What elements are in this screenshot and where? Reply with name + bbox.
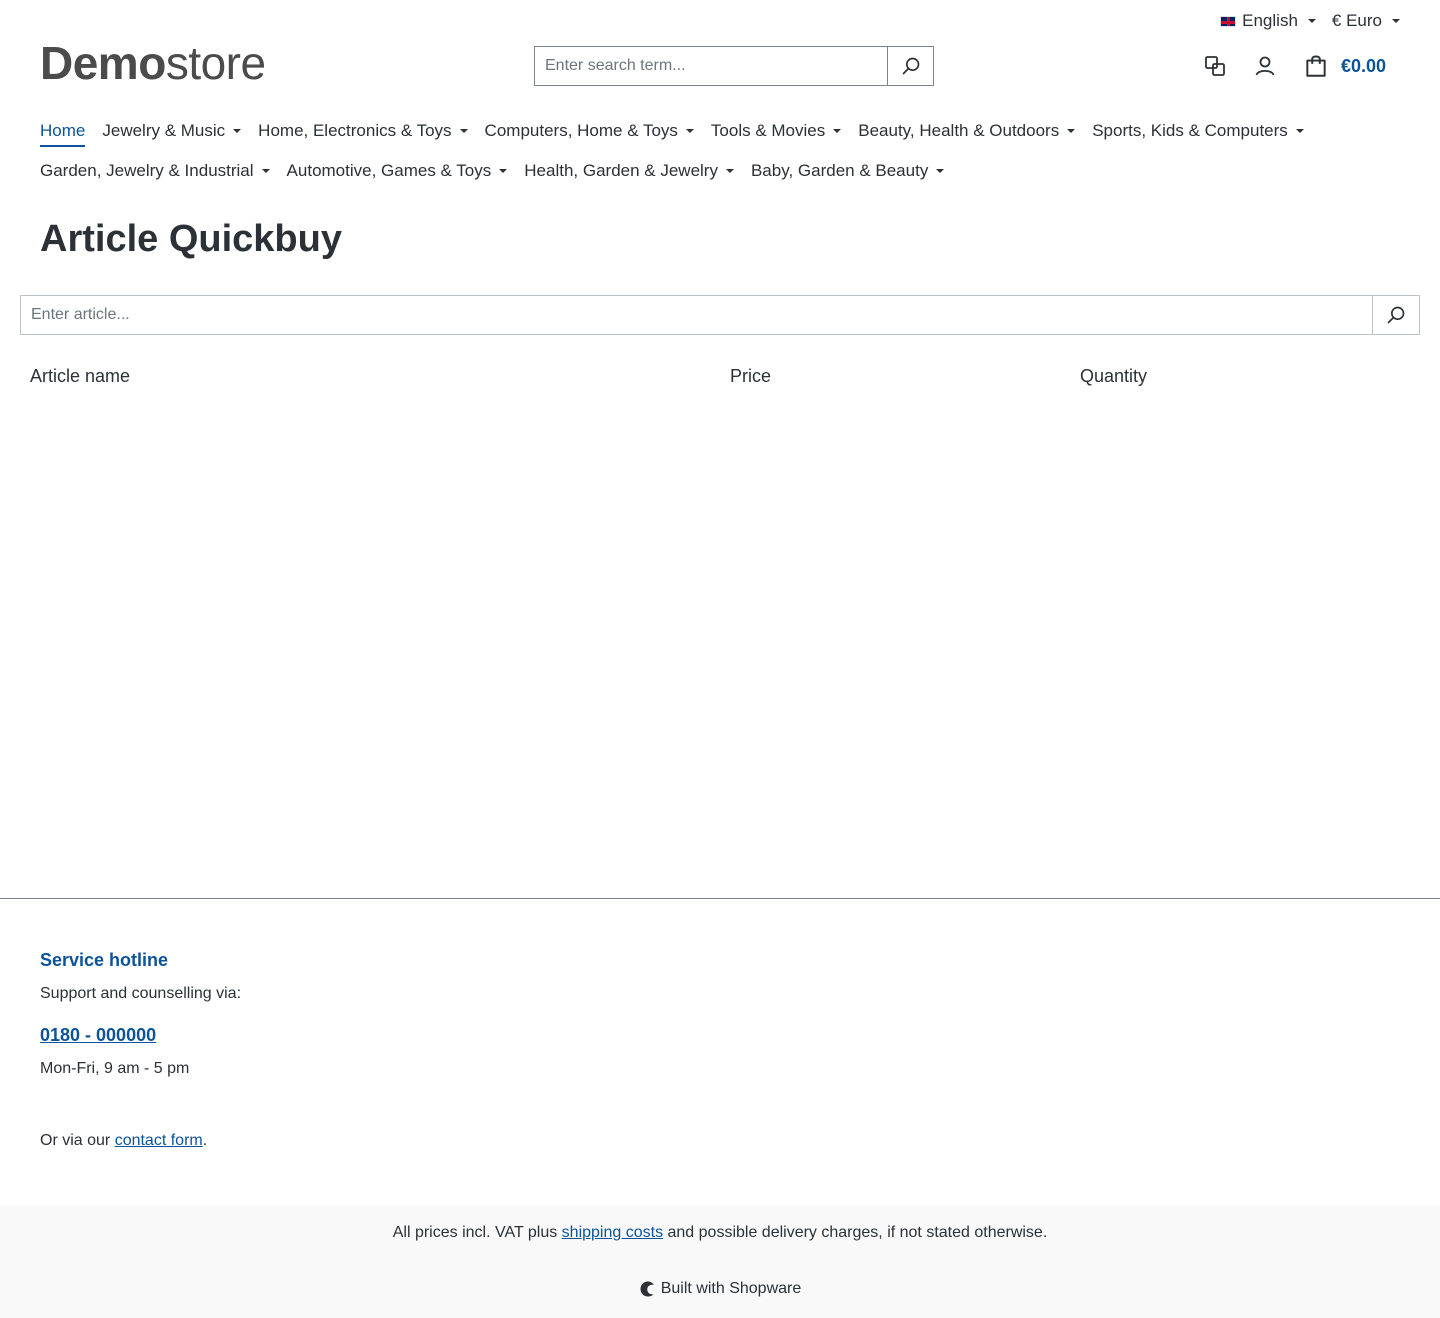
chevron-down-icon	[261, 169, 270, 173]
top-bar: English € Euro	[1220, 8, 1400, 34]
nav-label: Garden, Jewelry & Industrial	[40, 161, 254, 180]
chevron-down-icon	[233, 129, 242, 133]
chevron-down-icon	[1392, 19, 1400, 23]
chevron-down-icon	[833, 129, 842, 133]
column-header-price: Price	[730, 366, 772, 386]
vat-notice: All prices incl. VAT plus shipping costs…	[0, 1224, 1440, 1242]
chevron-down-icon	[936, 169, 945, 173]
chevron-down-icon	[685, 129, 694, 133]
nav-label: Home, Electronics & Toys	[258, 121, 452, 140]
nav-item-home-electronics-toys[interactable]: Home, Electronics & Toys	[258, 111, 468, 151]
hotline-hours: Mon-Fri, 9 am - 5 pm	[40, 1060, 190, 1077]
nav-label: Automotive, Games & Toys	[286, 161, 492, 180]
service-hotline-subtitle: Support and counselling via:	[40, 985, 242, 1002]
nav-item-beauty-health-outdoors[interactable]: Beauty, Health & Outdoors	[858, 111, 1076, 151]
nav-label: Tools & Movies	[710, 121, 826, 140]
compare-button[interactable]	[1203, 54, 1227, 78]
nav-label: Jewelry & Music	[102, 121, 226, 140]
vat-prefix: All prices incl. VAT plus	[392, 1224, 562, 1241]
search-input[interactable]	[535, 47, 887, 85]
logo-light-text: store	[165, 37, 266, 89]
header-actions: €0.00	[1203, 50, 1386, 82]
chevron-down-icon	[499, 169, 508, 173]
nav-label: Baby, Garden & Beauty	[750, 161, 929, 180]
search-button[interactable]	[887, 47, 933, 85]
chevron-down-icon	[1295, 129, 1304, 133]
page-title: Article Quickbuy	[40, 218, 342, 260]
nav-item-jewelry-music[interactable]: Jewelry & Music	[102, 111, 242, 151]
hotline-phone-link[interactable]: 0180 - 000000	[40, 1025, 156, 1046]
search-icon	[1387, 306, 1405, 324]
currency-dropdown[interactable]: € Euro	[1332, 11, 1400, 31]
chevron-down-icon	[1307, 19, 1316, 23]
column-header-article-name: Article name	[30, 366, 131, 386]
article-search	[20, 295, 1420, 335]
account-button[interactable]	[1253, 54, 1277, 78]
quickbuy-table-header: Article name Price Quantity	[30, 366, 1410, 392]
contact-form-link[interactable]: contact form	[115, 1132, 203, 1149]
contact-prefix: Or via our	[40, 1132, 115, 1149]
compare-icon	[1205, 56, 1225, 76]
built-with-shopware[interactable]: Built with Shopware	[0, 1280, 1440, 1298]
cart-button[interactable]: €0.00	[1303, 53, 1386, 79]
column-header-quantity: Quantity	[1080, 366, 1148, 386]
logo-bold-text: Demo	[40, 37, 166, 89]
nav-item-automotive-games-toys[interactable]: Automotive, Games & Toys	[287, 151, 508, 191]
nav-item-tools-movies[interactable]: Tools & Movies	[710, 111, 842, 151]
built-with-text: Built with Shopware	[660, 1280, 802, 1297]
shipping-costs-link[interactable]: shipping costs	[562, 1224, 663, 1241]
currency-label: € Euro	[1331, 11, 1382, 30]
article-search-input[interactable]	[21, 296, 1372, 334]
main-navigation: Home Jewelry & Music Home, Electronics &…	[40, 111, 1400, 191]
nav-item-sports-kids-computers[interactable]: Sports, Kids & Computers	[1092, 111, 1304, 151]
nav-item-baby-garden-beauty[interactable]: Baby, Garden & Beauty	[750, 151, 945, 191]
shopware-logo-icon	[640, 1281, 654, 1297]
service-hotline-title: Service hotline	[40, 950, 169, 970]
nav-item-computers-home-toys[interactable]: Computers, Home & Toys	[485, 111, 694, 151]
search-icon	[902, 57, 919, 75]
chevron-down-icon	[725, 169, 734, 173]
footer-bottom: All prices incl. VAT plus shipping costs…	[0, 1206, 1440, 1318]
user-icon	[1255, 56, 1275, 76]
nav-label: Home	[40, 121, 86, 140]
shopping-bag-icon	[1306, 55, 1326, 77]
chevron-down-icon	[1067, 129, 1076, 133]
nav-item-health-garden-jewelry[interactable]: Health, Garden & Jewelry	[524, 151, 734, 191]
logo[interactable]: Demostore	[40, 38, 266, 88]
nav-item-garden-jewelry-industrial[interactable]: Garden, Jewelry & Industrial	[40, 151, 270, 191]
uk-flag-icon	[1220, 15, 1237, 27]
language-dropdown[interactable]: English	[1220, 11, 1316, 31]
nav-label: Computers, Home & Toys	[484, 121, 678, 140]
cart-total: €0.00	[1340, 55, 1386, 76]
language-label: English	[1242, 11, 1298, 30]
chevron-down-icon	[459, 129, 468, 133]
nav-label: Health, Garden & Jewelry	[524, 161, 718, 180]
footer-divider	[0, 898, 1440, 899]
contact-line: Or via our contact form.	[40, 1132, 207, 1150]
nav-label: Beauty, Health & Outdoors	[858, 121, 1060, 140]
nav-label: Sports, Kids & Computers	[1092, 121, 1288, 140]
contact-suffix: .	[202, 1132, 208, 1149]
article-search-button[interactable]	[1372, 296, 1419, 334]
header-search	[534, 46, 934, 86]
nav-item-home[interactable]: Home	[40, 111, 86, 151]
vat-suffix: and possible delivery charges, if not st…	[663, 1224, 1048, 1241]
